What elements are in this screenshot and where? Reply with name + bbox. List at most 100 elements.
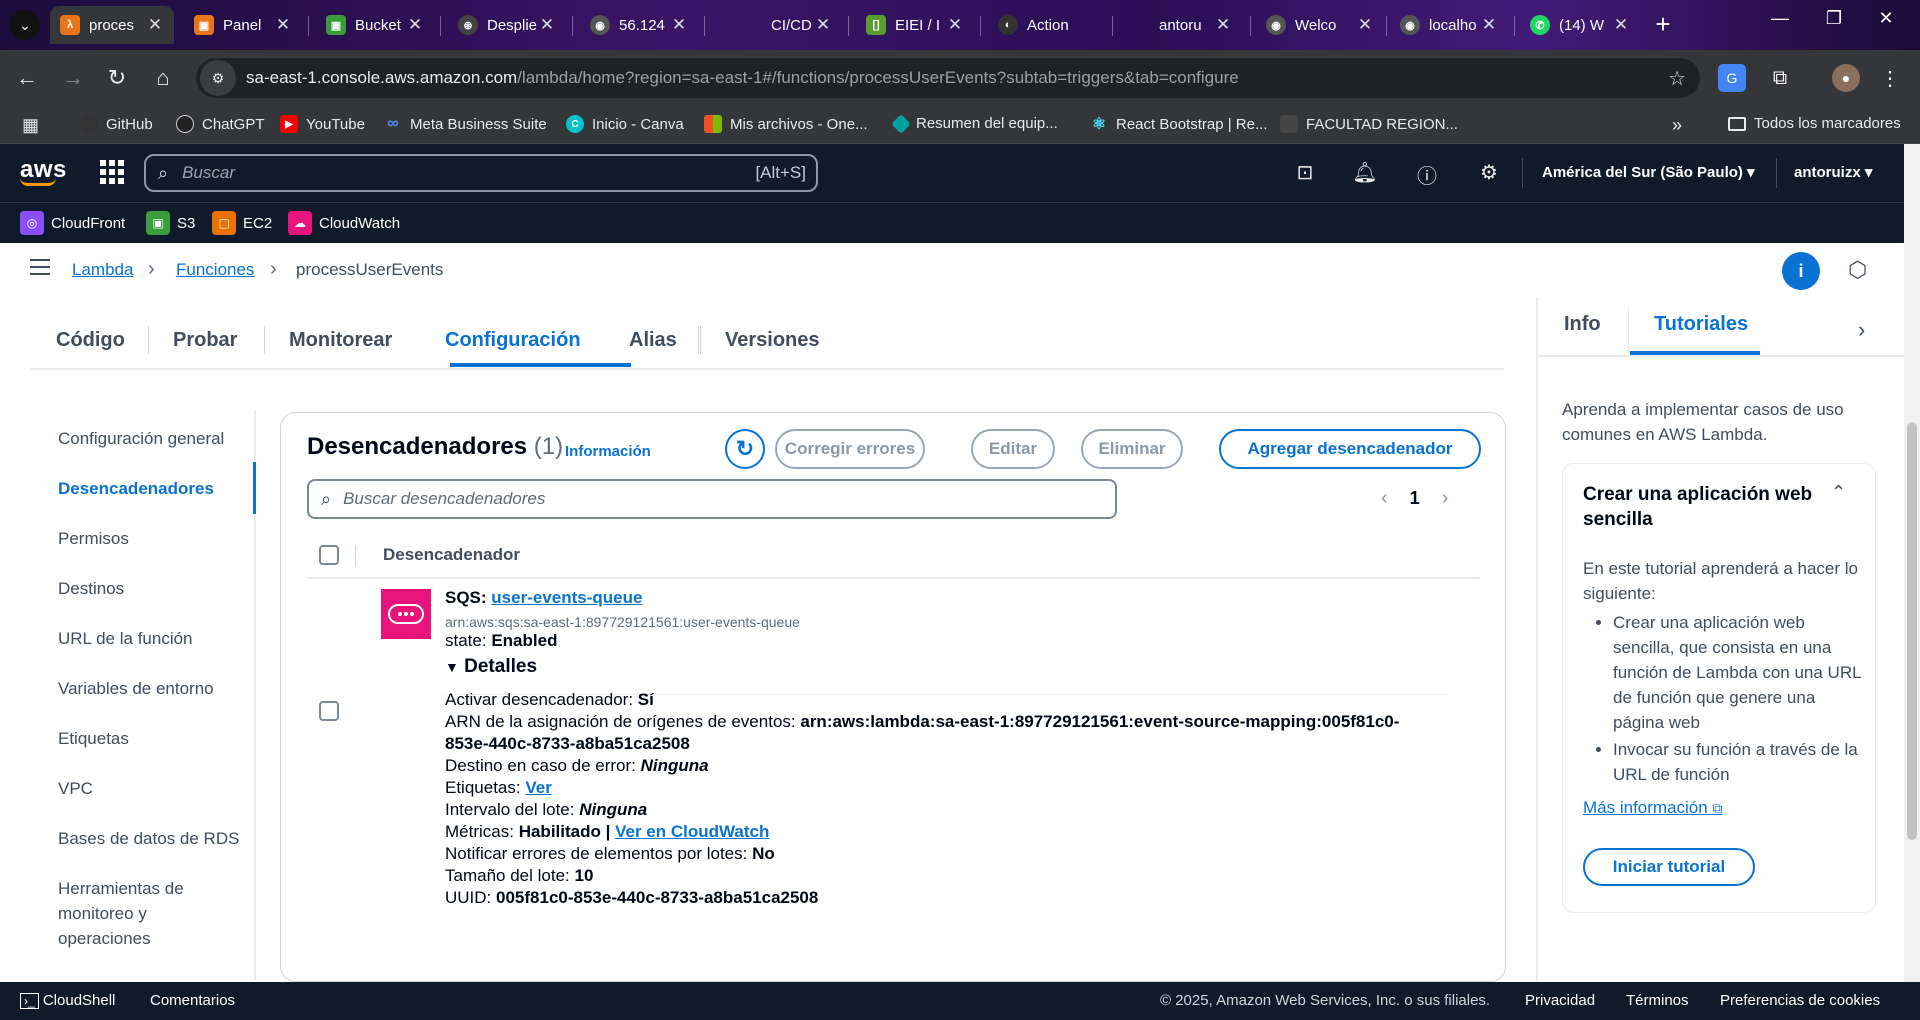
privacy-link[interactable]: Privacidad [1525, 992, 1595, 1009]
services-menu-icon[interactable] [100, 160, 124, 184]
apps-grid-icon[interactable]: ▦ [22, 115, 39, 136]
hexagon-settings-icon[interactable]: ⬡ [1848, 257, 1867, 283]
reload-icon[interactable]: ↻ [102, 64, 132, 94]
forward-icon[interactable]: → [58, 64, 88, 94]
info-panel-toggle-icon[interactable]: i [1782, 252, 1820, 290]
browser-tab[interactable]: ◉ localho ✕ [1390, 6, 1508, 44]
cloudshell-icon[interactable]: ⊡ [1290, 160, 1320, 188]
browser-tab[interactable]: ✆ (14) W ✕ [1520, 6, 1640, 44]
bookmark-meta[interactable]: ∞ Meta Business Suite [384, 115, 546, 133]
page-scrollbar[interactable] [1904, 144, 1920, 982]
browser-tab[interactable]: CI/CD ✕ [712, 6, 842, 44]
bookmark-star-icon[interactable]: ☆ [1668, 66, 1686, 91]
row-checkbox[interactable] [319, 701, 339, 721]
sidenav-destinations[interactable]: Destinos [58, 576, 124, 601]
browser-tab[interactable]: antoru ✕ [1120, 6, 1242, 44]
aws-search-input[interactable]: ⌕ Buscar [Alt+S] [144, 154, 818, 192]
minimize-icon[interactable]: — [1760, 8, 1800, 29]
browser-tab[interactable]: [] EIEI / I ✕ [856, 6, 974, 44]
restore-icon[interactable]: ❐ [1814, 8, 1854, 29]
bookmark-github[interactable]: GitHub [80, 115, 153, 133]
back-icon[interactable]: ← [12, 64, 42, 94]
details-toggle[interactable]: ▼ Detalles [445, 656, 537, 678]
aws-logo[interactable]: aws [20, 156, 67, 186]
extensions-icon[interactable]: ⧉ [1766, 64, 1794, 92]
tab-monitor[interactable]: Monitorear [289, 329, 392, 352]
close-tab-icon[interactable]: ✕ [814, 15, 832, 35]
browser-tab[interactable]: ◐ Action [988, 6, 1106, 44]
breadcrumb-functions[interactable]: Funciones [176, 260, 254, 280]
profile-avatar[interactable]: ● [1832, 64, 1860, 92]
breadcrumb-lambda[interactable]: Lambda [72, 260, 133, 280]
bookmark-youtube[interactable]: ▶ YouTube [280, 115, 365, 133]
select-all-checkbox[interactable] [319, 545, 339, 565]
bookmark-canva[interactable]: C Inicio - Canva [566, 115, 684, 133]
delete-button[interactable]: Eliminar [1081, 429, 1183, 469]
favorite-s3[interactable]: ▣ S3 [146, 211, 195, 235]
browser-menu-icon[interactable]: ⋮ [1876, 64, 1904, 92]
sidenav-env-vars[interactable]: Variables de entorno [58, 676, 214, 701]
bookmark-onedrive[interactable]: Mis archivos - One... [704, 115, 868, 133]
browser-tab[interactable]: ◉ Welco ✕ [1256, 6, 1384, 44]
tab-configuration[interactable]: Configuración [445, 329, 581, 352]
view-tags-link[interactable]: Ver [525, 778, 551, 797]
cloudshell-button[interactable]: ›_ CloudShell [20, 992, 115, 1009]
browser-tab-active[interactable]: λ proces ✕ [50, 6, 174, 44]
close-tab-icon[interactable]: ✕ [1480, 15, 1498, 35]
help-tab-info[interactable]: Info [1564, 313, 1601, 336]
help-icon[interactable]: ⓘ [1412, 160, 1442, 188]
close-tab-icon[interactable]: ✕ [274, 15, 292, 35]
url-bar[interactable]: ⚙ sa-east-1.console.aws.amazon.com/lambd… [196, 58, 1700, 98]
close-tab-icon[interactable]: ✕ [1612, 15, 1630, 35]
more-bookmarks-icon[interactable]: » [1672, 115, 1682, 136]
current-page[interactable]: 1 [1410, 488, 1420, 509]
new-tab-icon[interactable]: + [1648, 10, 1678, 40]
close-tab-icon[interactable]: ✕ [146, 15, 164, 35]
notifications-bell-icon[interactable]: 🔔︎ [1350, 160, 1380, 188]
close-tab-icon[interactable]: ✕ [406, 15, 424, 35]
sidenav-monitoring-tools[interactable]: Herramientas de monitoreo y operaciones [58, 876, 218, 951]
close-tab-icon[interactable]: ✕ [538, 15, 556, 35]
chevron-right-icon[interactable]: › [1858, 317, 1865, 343]
all-bookmarks[interactable]: Todos los marcadores [1728, 115, 1901, 132]
sidenav-vpc[interactable]: VPC [58, 776, 93, 801]
menu-hamburger-icon[interactable] [30, 259, 50, 280]
close-window-icon[interactable]: ✕ [1866, 8, 1906, 29]
tab-alias[interactable]: Alias [629, 329, 677, 352]
browser-tab[interactable]: ⊛ Desplie ✕ [448, 6, 566, 44]
terms-link[interactable]: Términos [1626, 992, 1689, 1009]
settings-gear-icon[interactable]: ⚙ [1474, 160, 1504, 188]
fix-errors-button[interactable]: Corregir errores [775, 429, 925, 469]
tab-versions[interactable]: Versiones [725, 329, 820, 352]
sidenav-triggers[interactable]: Desencadenadores [58, 476, 214, 501]
queue-link[interactable]: user-events-queue [491, 588, 642, 607]
chevron-right-icon[interactable]: › [1442, 487, 1449, 510]
trigger-search-input[interactable]: ⌕ Buscar desencadenadores [307, 479, 1117, 519]
region-selector[interactable]: América del Sur (São Paulo) ▾ [1542, 163, 1755, 181]
sidenav-permissions[interactable]: Permisos [58, 526, 129, 551]
help-tab-tutorials[interactable]: Tutoriales [1654, 313, 1748, 336]
bookmark-facultad[interactable]: FACULTAD REGION... [1280, 115, 1458, 133]
sidenav-function-url[interactable]: URL de la función [58, 626, 193, 651]
caret-up-icon[interactable]: ⌃ [1831, 482, 1846, 503]
sidenav-rds[interactable]: Bases de datos de RDS [58, 826, 239, 851]
bookmark-chatgpt[interactable]: ChatGPT [176, 115, 265, 133]
sidenav-general-config[interactable]: Configuración general [58, 426, 224, 451]
favorite-cloudfront[interactable]: ◎ CloudFront [20, 211, 125, 235]
tab-test[interactable]: Probar [173, 329, 237, 352]
more-info-link[interactable]: Más información ⧉ [1583, 798, 1722, 818]
home-icon[interactable]: ⌂ [148, 64, 178, 94]
translate-icon[interactable]: G [1718, 64, 1746, 92]
site-info-icon[interactable]: ⚙ [200, 60, 236, 96]
sidenav-tags[interactable]: Etiquetas [58, 726, 129, 751]
browser-tab[interactable]: ▣ Bucket ✕ [316, 6, 434, 44]
info-link[interactable]: Información [565, 443, 651, 460]
scrollbar-thumb[interactable] [1907, 422, 1917, 840]
favorite-ec2[interactable]: ▢ EC2 [212, 211, 272, 235]
bookmark-react-bootstrap[interactable]: ⚛ React Bootstrap | Re... [1090, 115, 1268, 134]
close-tab-icon[interactable]: ✕ [1356, 15, 1374, 35]
add-trigger-button[interactable]: Agregar desencadenador [1219, 429, 1481, 469]
edit-button[interactable]: Editar [971, 429, 1055, 469]
browser-tab[interactable]: ◉ 56.124 ✕ [580, 6, 698, 44]
feedback-link[interactable]: Comentarios [150, 992, 235, 1009]
